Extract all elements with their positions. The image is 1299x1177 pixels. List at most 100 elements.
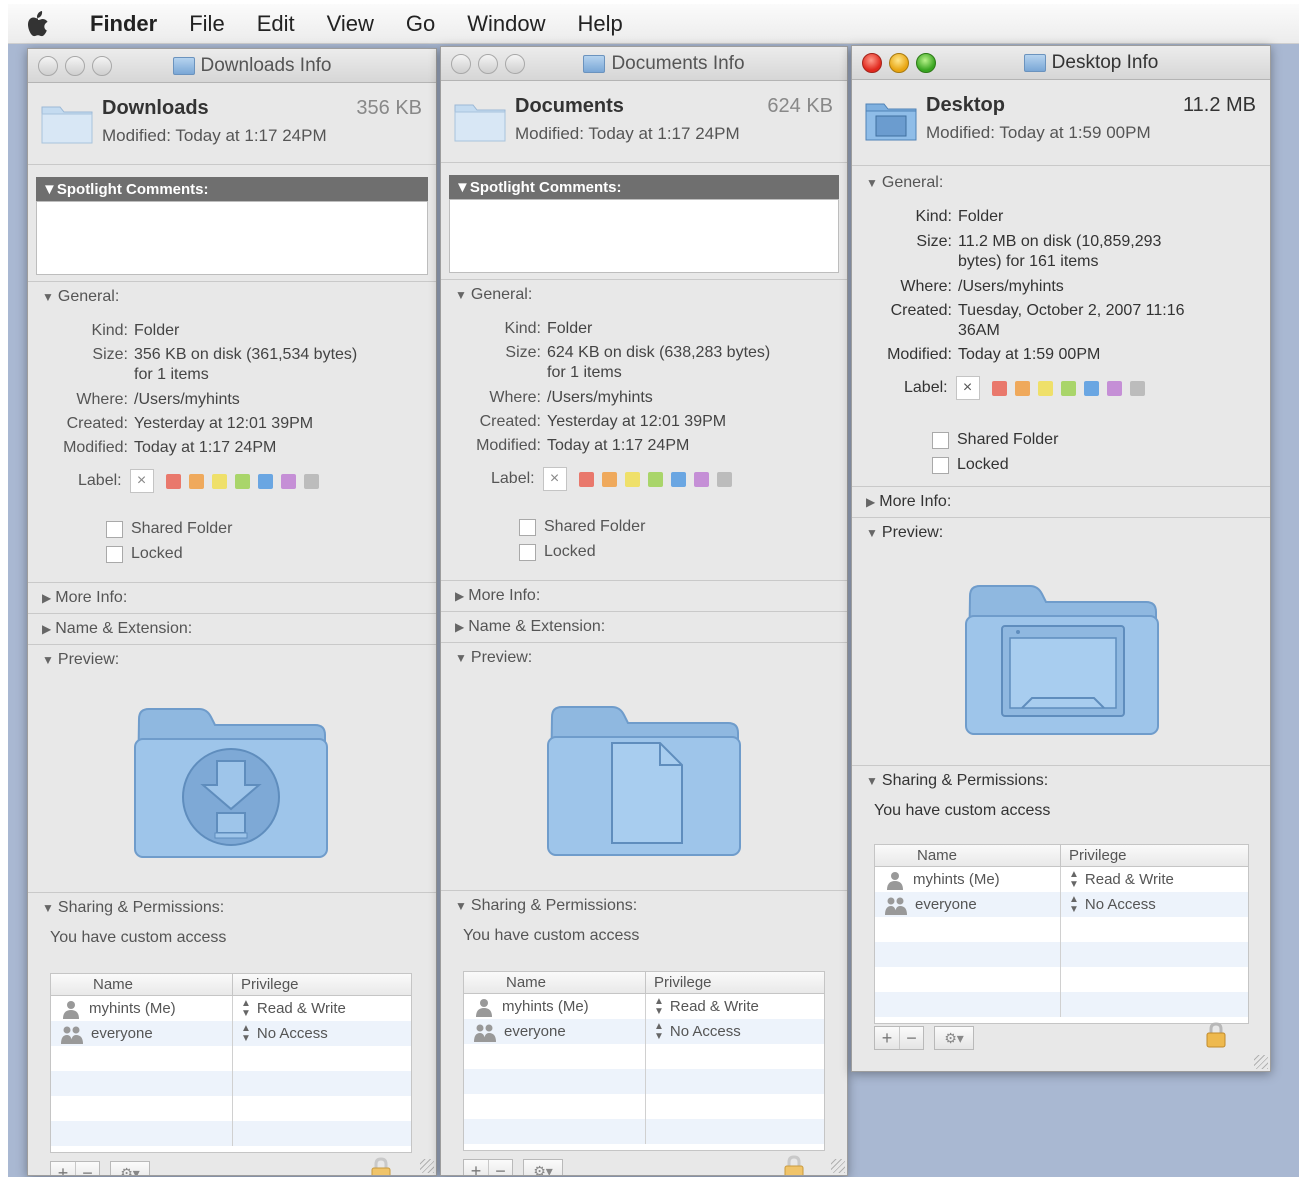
- column-header-privilege[interactable]: Privilege: [1061, 845, 1127, 866]
- locked-checkbox[interactable]: Locked: [519, 543, 596, 561]
- checkbox[interactable]: [106, 520, 123, 538]
- sharing-header[interactable]: ▼ Sharing & Permissions:: [852, 766, 1270, 796]
- table-row[interactable]: everyone ▲ ▼ No Access: [875, 892, 1248, 917]
- label-purple[interactable]: [693, 471, 709, 487]
- locked-checkbox[interactable]: Locked: [106, 545, 183, 563]
- checkbox[interactable]: [519, 543, 536, 561]
- spotlight-comments-input[interactable]: [36, 201, 428, 275]
- menu-file[interactable]: File: [173, 11, 240, 37]
- preview-header[interactable]: ▼ Preview:: [852, 518, 1270, 548]
- shared-folder-checkbox[interactable]: Shared Folder: [932, 431, 1058, 449]
- label-blue[interactable]: [670, 471, 686, 487]
- privilege-popup[interactable]: Read & Write: [257, 1000, 346, 1017]
- label-orange[interactable]: [601, 471, 617, 487]
- column-header-name[interactable]: Name: [875, 845, 1061, 866]
- label-green[interactable]: [234, 473, 250, 489]
- general-header[interactable]: ▼ General:: [852, 168, 1270, 198]
- resize-handle[interactable]: [1254, 1055, 1268, 1069]
- column-header-privilege[interactable]: Privilege: [233, 974, 299, 995]
- label-yellow[interactable]: [624, 471, 640, 487]
- checkbox[interactable]: [519, 518, 536, 536]
- add-button[interactable]: +: [51, 1162, 75, 1176]
- column-header-privilege[interactable]: Privilege: [646, 972, 712, 993]
- label-red[interactable]: [578, 471, 594, 487]
- column-header-name[interactable]: Name: [51, 974, 233, 995]
- action-menu-button[interactable]: ⚙▾: [110, 1161, 150, 1175]
- more-info-header[interactable]: ▶ More Info:: [441, 581, 847, 611]
- table-row[interactable]: myhints (Me) ▲ ▼ Read & Write: [51, 996, 411, 1021]
- remove-button[interactable]: −: [488, 1160, 512, 1175]
- apple-menu[interactable]: [8, 10, 68, 37]
- sharing-header[interactable]: ▼ Sharing & Permissions:: [28, 893, 436, 923]
- label-green[interactable]: [1060, 380, 1076, 396]
- checkbox[interactable]: [932, 431, 949, 449]
- no-label-button[interactable]: ×: [955, 376, 980, 400]
- title-bar[interactable]: Documents Info: [441, 47, 847, 81]
- privilege-popup[interactable]: Read & Write: [670, 998, 759, 1015]
- checkbox[interactable]: [106, 545, 123, 563]
- label-red[interactable]: [991, 380, 1007, 396]
- title-bar[interactable]: Desktop Info: [852, 46, 1270, 80]
- locked-checkbox[interactable]: Locked: [932, 456, 1009, 474]
- label-yellow[interactable]: [1037, 380, 1053, 396]
- add-button[interactable]: +: [875, 1027, 899, 1049]
- privilege-popup[interactable]: No Access: [257, 1025, 328, 1042]
- menu-go[interactable]: Go: [390, 11, 451, 37]
- title-bar[interactable]: Downloads Info: [28, 49, 436, 83]
- lock-icon[interactable]: [371, 1157, 391, 1176]
- lock-icon[interactable]: [1206, 1022, 1226, 1048]
- label-yellow[interactable]: [211, 473, 227, 489]
- resize-handle[interactable]: [831, 1159, 845, 1173]
- menu-finder[interactable]: Finder: [68, 11, 173, 37]
- label-green[interactable]: [647, 471, 663, 487]
- shared-folder-checkbox[interactable]: Shared Folder: [519, 518, 645, 536]
- spotlight-comments-header[interactable]: ▼ Spotlight Comments:: [36, 177, 428, 201]
- label-blue[interactable]: [257, 473, 273, 489]
- table-row[interactable]: myhints (Me) ▲ ▼ Read & Write: [875, 867, 1248, 892]
- name-extension-header[interactable]: ▶ Name & Extension:: [441, 612, 847, 642]
- column-header-name[interactable]: Name: [464, 972, 646, 993]
- more-info-header[interactable]: ▶ More Info:: [852, 487, 1270, 517]
- remove-button[interactable]: −: [899, 1027, 923, 1049]
- table-row[interactable]: everyone ▲ ▼ No Access: [51, 1021, 411, 1046]
- sharing-header[interactable]: ▼ Sharing & Permissions:: [441, 891, 847, 921]
- label-purple[interactable]: [1106, 380, 1122, 396]
- table-row[interactable]: everyone ▲ ▼ No Access: [464, 1019, 824, 1044]
- privilege-popup[interactable]: No Access: [670, 1023, 741, 1040]
- spotlight-comments-header[interactable]: ▼ Spotlight Comments:: [449, 175, 839, 199]
- general-header[interactable]: ▼ General:: [28, 282, 436, 312]
- menu-window[interactable]: Window: [451, 11, 561, 37]
- action-menu-button[interactable]: ⚙▾: [934, 1026, 974, 1050]
- label-gray[interactable]: [1129, 380, 1145, 396]
- menu-edit[interactable]: Edit: [241, 11, 311, 37]
- no-label-button[interactable]: ×: [542, 467, 567, 491]
- preview-header[interactable]: ▼ Preview:: [441, 643, 847, 673]
- add-button[interactable]: +: [464, 1160, 488, 1176]
- label-red[interactable]: [165, 473, 181, 489]
- label-purple[interactable]: [280, 473, 296, 489]
- label-orange[interactable]: [188, 473, 204, 489]
- label-orange[interactable]: [1014, 380, 1030, 396]
- menu-view[interactable]: View: [311, 11, 390, 37]
- remove-button[interactable]: −: [75, 1162, 99, 1175]
- action-menu-button[interactable]: ⚙▾: [523, 1159, 563, 1175]
- shared-folder-checkbox[interactable]: Shared Folder: [106, 520, 232, 538]
- more-info-header[interactable]: ▶ More Info:: [28, 583, 436, 613]
- name-extension-header[interactable]: ▶ Name & Extension:: [28, 614, 436, 644]
- checkbox[interactable]: [932, 456, 949, 474]
- general-header[interactable]: ▼ General:: [441, 280, 847, 310]
- preview-header[interactable]: ▼ Preview:: [28, 645, 436, 675]
- lock-icon[interactable]: [784, 1155, 804, 1176]
- spotlight-comments-input[interactable]: [449, 199, 839, 273]
- checkbox-label: Locked: [131, 545, 183, 562]
- label-blue[interactable]: [1083, 380, 1099, 396]
- privilege-popup[interactable]: Read & Write: [1085, 871, 1174, 888]
- table-row[interactable]: myhints (Me) ▲ ▼ Read & Write: [464, 994, 824, 1019]
- resize-handle[interactable]: [420, 1159, 434, 1173]
- label-gray[interactable]: [716, 471, 732, 487]
- menu-help[interactable]: Help: [562, 11, 639, 37]
- downloads-info-window: Downloads Info Downloads 356 KB Modified…: [27, 48, 437, 1176]
- no-label-button[interactable]: ×: [129, 469, 154, 493]
- privilege-popup[interactable]: No Access: [1085, 896, 1156, 913]
- label-gray[interactable]: [303, 473, 319, 489]
